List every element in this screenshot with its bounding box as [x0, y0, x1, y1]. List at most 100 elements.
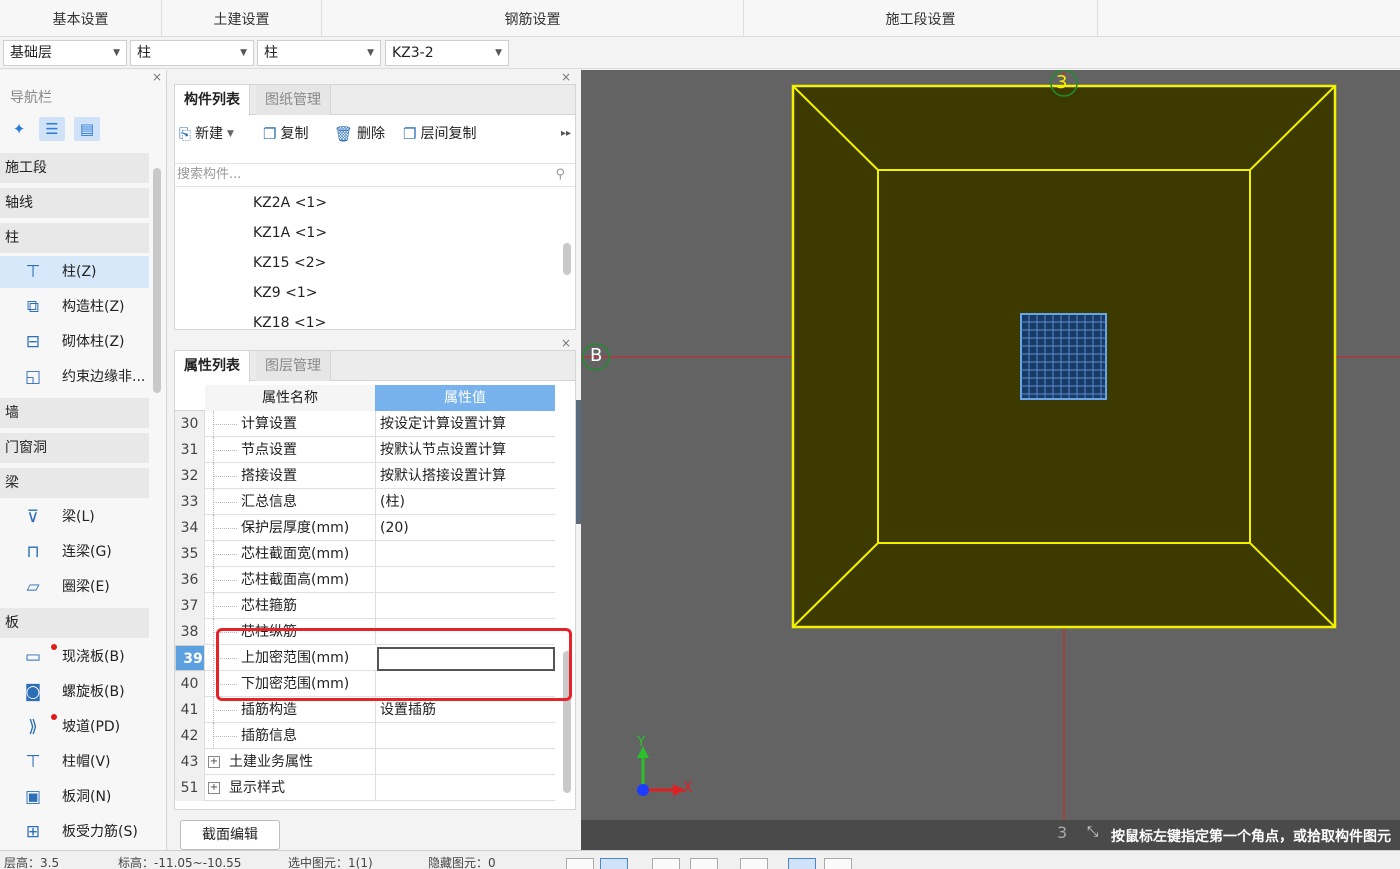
property-value[interactable]: (柱): [375, 489, 555, 515]
expand-icon[interactable]: +: [208, 756, 220, 768]
table-row[interactable]: 42 插筋信息: [175, 723, 555, 749]
snap-intersection-button[interactable]: [652, 858, 680, 869]
chevron-down-icon: ▼: [240, 48, 247, 58]
nav-item-edge-member[interactable]: ◱ 约束边缘非...: [0, 361, 149, 393]
close-icon[interactable]: ×: [152, 70, 162, 84]
row-number: 51: [175, 775, 205, 801]
snap-midpoint-button[interactable]: [740, 858, 768, 869]
component-select[interactable]: KZ3-2 ▼: [385, 40, 509, 66]
component-list-panel: × 构件列表 图纸管理 ⎘ 新建 ▼ ❐ 复制 🗑 删除 ❐ 层间复制 ▸▸ 搜索构件..…: [174, 70, 576, 331]
nav-item-beam[interactable]: ⊽ 梁(L): [0, 501, 149, 533]
nav-item-column-cap[interactable]: ⊤ 柱帽(V): [0, 746, 149, 778]
expand-icon[interactable]: +: [208, 782, 220, 794]
property-value[interactable]: 按设定计算设置计算: [375, 411, 555, 437]
ribbon-tab-civil[interactable]: 土建设置: [162, 0, 322, 37]
category-select[interactable]: 柱 ▼: [130, 40, 254, 66]
nav-scrollbar[interactable]: [153, 168, 161, 393]
property-table: 属性名称 属性值 30 计算设置 按设定计算设置计算 31 节点设置 按默认节点设置计算…: [175, 377, 555, 801]
nav-item-ring-beam[interactable]: ▱ 圈梁(E): [0, 571, 149, 603]
snap-center-button[interactable]: [788, 858, 816, 869]
pin-icon[interactable]: ✦: [6, 117, 32, 141]
tab-drawing-manage[interactable]: 图纸管理: [256, 85, 331, 115]
table-row[interactable]: 33 汇总信息 (柱): [175, 489, 555, 515]
floor-select[interactable]: 基础层 ▼: [3, 40, 127, 66]
more-tools-button[interactable]: ▸▸: [561, 122, 571, 146]
list-view-icon[interactable]: ☰: [39, 117, 65, 141]
property-value[interactable]: (20): [375, 515, 555, 541]
nav-category-beam[interactable]: 梁: [0, 468, 149, 498]
nav-category-column[interactable]: 柱: [0, 223, 149, 253]
row-number: 32: [175, 463, 205, 489]
list-item[interactable]: KZ1A <1>: [253, 225, 327, 241]
hidden-count: 隐藏图元：0: [428, 856, 496, 869]
table-row[interactable]: 35 芯柱截面宽(mm): [175, 541, 555, 567]
nav-category-wall[interactable]: 墙: [0, 398, 149, 428]
detail-view-icon[interactable]: ▤: [74, 117, 100, 141]
col-property-name: 属性名称: [205, 385, 375, 411]
nav-item-ramp[interactable]: ⟫ 坡道(PD): [0, 711, 149, 743]
search-input[interactable]: 搜索构件... ⚲: [175, 163, 575, 187]
floor-copy-button[interactable]: ❐ 层间复制: [403, 122, 476, 146]
nav-category-axis[interactable]: 轴线: [0, 188, 149, 218]
nav-item-slab-hole[interactable]: ▣ 板洞(N): [0, 781, 149, 813]
nav-item-spiral-slab[interactable]: ◙ 螺旋板(B): [0, 676, 149, 708]
type-select[interactable]: 柱 ▼: [257, 40, 381, 66]
property-value[interactable]: 按默认节点设置计算: [375, 437, 555, 463]
property-value[interactable]: [375, 567, 555, 593]
property-value[interactable]: 按默认搭接设置计算: [375, 463, 555, 489]
nav-item-label: 圈梁(E): [62, 579, 110, 595]
table-row[interactable]: 36 芯柱截面高(mm): [175, 567, 555, 593]
table-row[interactable]: 31 节点设置 按默认节点设置计算: [175, 437, 555, 463]
floor-copy-icon: ❐: [403, 125, 417, 143]
table-row[interactable]: 32 搭接设置 按默认搭接设置计算: [175, 463, 555, 489]
nav-item-masonry-column[interactable]: ⊟ 砌体柱(Z): [0, 326, 149, 358]
table-row[interactable]: 37 芯柱箍筋: [175, 593, 555, 619]
nav-category-openings[interactable]: 门窗洞: [0, 433, 149, 463]
nav-category-slab[interactable]: 板: [0, 608, 149, 638]
origin-point: [637, 784, 649, 796]
property-value[interactable]: [375, 749, 555, 775]
tree-line: [209, 541, 237, 567]
nav-category-segment[interactable]: 施工段: [0, 153, 149, 183]
new-button[interactable]: ⎘ 新建 ▼: [179, 122, 234, 146]
ribbon-tab-segment[interactable]: 施工段设置: [744, 0, 1098, 37]
snap-perpendicular-button[interactable]: [690, 858, 718, 869]
chevron-down-icon: ▼: [495, 48, 502, 58]
section-edit-button[interactable]: 截面编辑: [180, 820, 280, 850]
drawing-canvas[interactable]: 3 B Y X 3 ⤡ 按鼠标左键指定第一个角点，或拾取构件图元: [581, 70, 1400, 850]
list-item[interactable]: KZ9 <1>: [253, 285, 318, 301]
close-icon[interactable]: ×: [561, 336, 571, 350]
list-item[interactable]: KZ18 <1>: [253, 315, 326, 331]
nav-item-link-beam[interactable]: ⊓ 连梁(G): [0, 536, 149, 568]
ribbon-tab-basic[interactable]: 基本设置: [0, 0, 162, 37]
property-value[interactable]: [375, 723, 555, 749]
tree-line: [209, 463, 237, 489]
nav-item-label: 板洞(N): [62, 789, 112, 805]
list-item[interactable]: KZ2A <1>: [253, 195, 327, 211]
snap-angle-button[interactable]: [824, 858, 852, 869]
table-row[interactable]: 30 计算设置 按设定计算设置计算: [175, 411, 555, 437]
delete-button[interactable]: 🗑 删除: [334, 122, 385, 146]
column-grid[interactable]: [1020, 313, 1107, 400]
component-scrollbar[interactable]: [563, 243, 571, 275]
nav-item-construction-column[interactable]: ⧉ 构造柱(Z): [0, 291, 149, 323]
snap-grid-button[interactable]: [600, 858, 628, 869]
list-item[interactable]: KZ15 <2>: [253, 255, 326, 271]
nav-item-slab-rebar[interactable]: ⊞ 板受力筋(S): [0, 816, 149, 848]
copy-button[interactable]: ❐ 复制: [263, 122, 308, 146]
close-icon[interactable]: ×: [561, 70, 571, 84]
table-row[interactable]: 43 + 土建业务属性: [175, 749, 555, 775]
property-value[interactable]: [375, 775, 555, 801]
tab-component-list[interactable]: 构件列表: [175, 85, 250, 116]
table-row[interactable]: 34 保护层厚度(mm) (20): [175, 515, 555, 541]
new-icon: ⎘: [179, 125, 192, 143]
ribbon-tab-rebar[interactable]: 钢筋设置: [322, 0, 744, 37]
nav-item-label: 板受力筋(S): [62, 824, 138, 840]
nav-item-cast-slab[interactable]: ▭ 现浇板(B): [0, 641, 149, 673]
x-axis-label: X: [683, 780, 693, 796]
table-row[interactable]: 51 + 显示样式: [175, 775, 555, 801]
property-value[interactable]: [375, 541, 555, 567]
property-value[interactable]: [375, 593, 555, 619]
nav-item-column[interactable]: ⊤ 柱(Z): [0, 256, 149, 288]
snap-endpoint-button[interactable]: [566, 858, 594, 869]
